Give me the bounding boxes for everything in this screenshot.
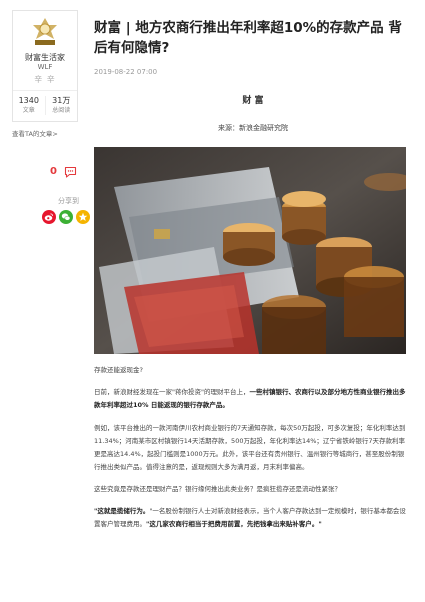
article-title: 财富 | 地方农商行推出年利率超10%的存款产品 背后有何隐情? [94, 20, 402, 56]
paragraph-text: 日前，新浪财经发现在一家"蒋你投资"的理财平台上， [94, 388, 250, 396]
weibo-icon[interactable] [42, 210, 56, 224]
stat-reads: 31万 总阅读 [44, 96, 78, 115]
article-paragraph: 这些究竟是存款还是理财产品？银行缘何推出此类业务？是疯狂揽存还是流动性紧张？ [94, 485, 341, 493]
paragraph-bold-text: "这就是揽储行为。 [94, 507, 150, 515]
article-hero-image [94, 147, 406, 354]
article-paragraph: 例如，该平台推出的一款河南伊川农村商业银行的7天通知存款，每次50万起投，可多次… [94, 424, 406, 471]
author-sidebar: 财富生活家 WLF 辛 辛 1340 文章 31万 总阅读 查看TA的文章> [12, 10, 78, 138]
paragraph-bold-text: "这几家农商行相当于把费用前置，先把钱拿出来贴补客户。" [146, 520, 322, 528]
comment-icon[interactable] [64, 166, 77, 178]
author-name[interactable]: 财富生活家 [13, 53, 77, 63]
share-label: 分享到 [58, 197, 79, 205]
wechat-icon[interactable] [59, 210, 73, 224]
author-alias: WLF [37, 63, 53, 71]
share-buttons [42, 210, 90, 224]
stat-articles: 1340 文章 [13, 96, 45, 115]
author-stats: 1340 文章 31万 总阅读 [13, 90, 77, 121]
publish-date: 2019-08-22 07:00 [94, 68, 158, 76]
author-avatar[interactable] [28, 15, 62, 49]
author-separator: 辛 辛 [34, 75, 56, 84]
article-paragraph: 日前，新浪财经发现在一家"蒋你投资"的理财平台上，一些村镇银行、农商行以及部分地… [94, 386, 408, 412]
article-paragraph: 存款还能返现金? [94, 366, 143, 374]
section-name: 财 富 [242, 96, 264, 106]
author-card: 财富生活家 WLF 辛 辛 1340 文章 31万 总阅读 [12, 10, 78, 122]
comment-count[interactable]: 0 [50, 166, 57, 177]
stat-number: 31万 [52, 96, 71, 105]
stat-number: 1340 [18, 96, 39, 105]
qzone-icon[interactable] [76, 210, 90, 224]
view-author-articles-link[interactable]: 查看TA的文章> [12, 128, 78, 138]
article: 财富 | 地方农商行推出年利率超10%的存款产品 背后有何隐情? 2019-08… [94, 0, 412, 531]
stat-label: 总阅读 [52, 107, 71, 114]
article-paragraph: "这就是揽储行为。"一名股份制银行人士对新浪财经表示，当个人客户存款达到一定规模… [94, 505, 408, 531]
stat-label: 文章 [22, 107, 35, 114]
article-source: 来源：新浪金融研究院 [218, 124, 288, 132]
